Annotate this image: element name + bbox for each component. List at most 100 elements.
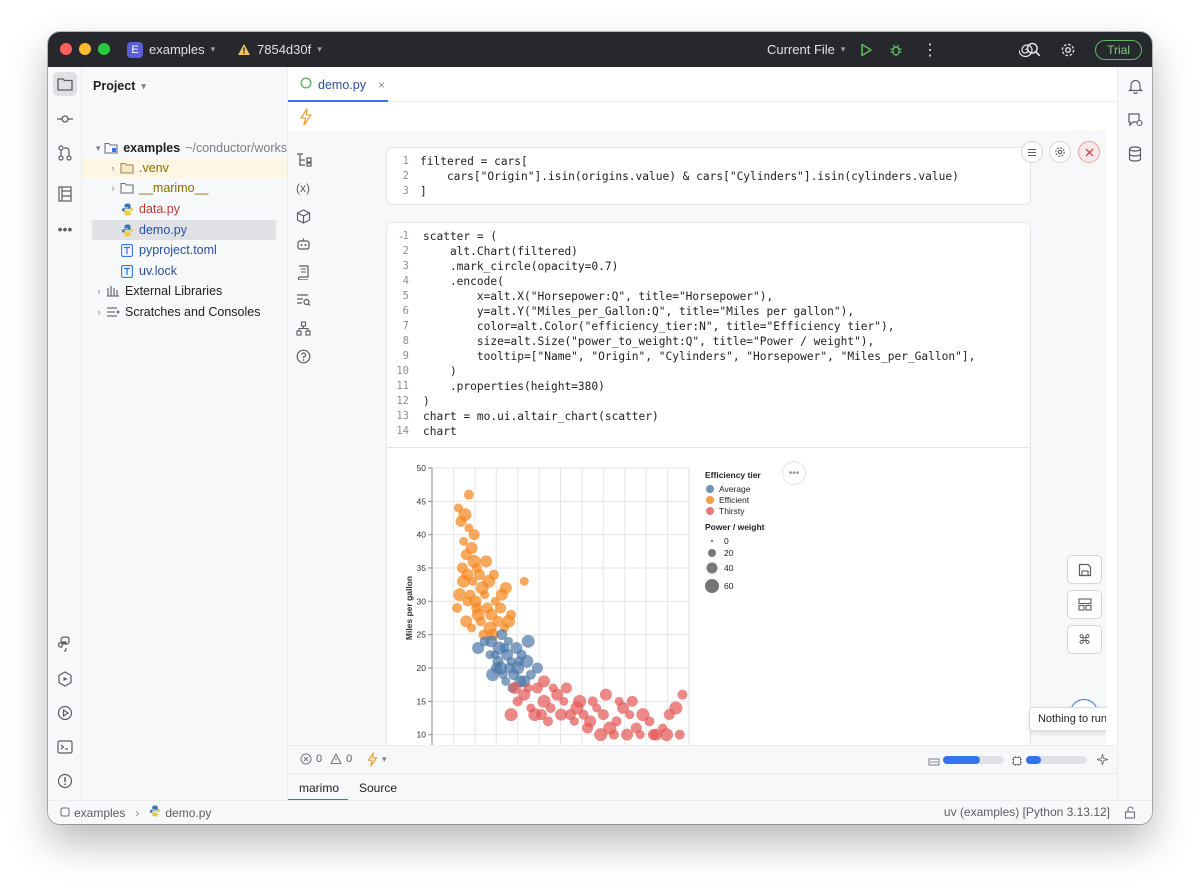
tree-item-marimo[interactable]: › __marimo__ [82,178,287,198]
tab-demo-py[interactable]: demo.py × [288,67,388,102]
tree-root-examples[interactable]: ▾ examples ~/conductor/works [82,138,287,158]
scatter-point [555,708,568,721]
find-icon[interactable] [296,293,311,312]
breadcrumb-root[interactable]: examples [74,806,125,820]
chevron-down-icon: ▾ [317,44,322,54]
folder-icon [120,181,134,195]
project-panel-header[interactable]: Project ▾ [93,79,146,93]
notebook-cell-1[interactable]: 1 2 3 filtered = cars[ cars["Origin"].is… [386,147,1031,205]
documentation-icon[interactable] [296,265,311,285]
run-button[interactable] [860,32,873,67]
python-packages-tool-button[interactable] [53,632,77,656]
tree-item-venv[interactable]: › .venv [82,158,287,178]
structure-icon [58,186,72,202]
cell-settings-button[interactable] [1049,141,1071,163]
folder-icon [120,161,134,175]
run-tool-button[interactable] [53,701,77,725]
scatter-chart[interactable]: 50 45 40 35 30 25 20 15 10 Miles per gallon Effici… [387,448,827,745]
warning-count: 0 [346,753,353,765]
project-switcher[interactable]: E examples ▾ [127,32,215,67]
services-tool-button[interactable] [53,667,77,691]
python-file-icon [120,202,134,216]
pull-requests-tool-button[interactable] [53,141,77,165]
help-icon[interactable] [296,349,311,369]
scatter-point [548,683,558,693]
interpreter-selector[interactable]: uv (examples) [Python 3.13.12] [944,805,1110,819]
tree-item-demo-py[interactable]: demo.py [92,220,276,240]
close-icon [1085,148,1093,156]
scatter-point [457,574,471,588]
tree-item-data-py[interactable]: data.py [82,199,287,219]
chart-actions-button[interactable]: ••• [782,461,806,485]
tree-item-uv-lock[interactable]: uv.lock [82,261,287,281]
cell-1-code[interactable]: filtered = cars[ cars["Origin"].isin(ori… [420,154,959,199]
breadcrumb-file[interactable]: demo.py [165,806,211,820]
settings-button[interactable] [1060,32,1076,67]
more-actions-button[interactable]: ⋮ [922,32,938,67]
code-line: alt.Chart(filtered) [423,245,578,258]
scatter-point [468,529,480,541]
ai-bot-icon[interactable] [296,237,311,256]
code-line: ] [420,185,427,198]
lock-button[interactable] [1124,806,1136,822]
run-config-selector[interactable]: Current File ▾ [767,32,845,67]
variables-icon[interactable]: (x) [296,181,310,195]
tab-marimo[interactable]: marimo [299,774,339,801]
layout-button[interactable] [1067,590,1102,619]
scatter-point [492,641,506,655]
trial-button[interactable]: Trial [1095,40,1142,60]
y-tick-label: 10 [417,730,427,740]
save-notebook-button[interactable] [1067,555,1102,584]
database-button[interactable] [1128,146,1142,167]
debug-button[interactable] [889,32,903,67]
warning-icon [237,43,251,56]
fold-marker-icon[interactable]: ⌄ [398,231,405,240]
terminal-tool-button[interactable] [53,735,77,759]
y-tick-label: 30 [417,596,427,606]
command-palette-button[interactable]: ⌘ [1067,625,1102,654]
more-tools-button[interactable]: ••• [53,217,77,241]
tab-label: demo.py [318,77,366,92]
scatter-point [458,508,472,522]
problems-icon [57,773,73,789]
tree-external-libraries[interactable]: › External Libraries [82,281,287,301]
project-tool-button[interactable] [53,72,77,96]
vcs-widget[interactable]: 7854d30f ▾ [237,32,322,67]
cell-2-code[interactable]: scatter = ( alt.Chart(filtered) .mark_ci… [423,229,975,439]
structure-tool-button[interactable] [53,182,77,206]
ai-chat-button[interactable] [1127,112,1144,133]
scatter-point [597,709,609,721]
delete-cell-button[interactable] [1078,141,1100,163]
package-icon[interactable] [296,209,311,229]
active-tab-indicator [288,100,388,102]
tree-scratches[interactable]: › Scratches and Consoles [82,302,287,322]
dependency-graph-icon[interactable] [296,321,311,341]
notifications-button[interactable] [1128,78,1143,99]
marimo-file-icon [300,77,312,92]
chevron-right-icon: › [111,183,115,193]
maximize-window-button[interactable] [98,43,110,55]
problems-counter[interactable]: 0 0 [300,753,352,765]
tree-item-label: data.py [139,202,181,216]
outline-icon[interactable] [296,153,312,172]
scatter-point [621,728,634,741]
run-icon [861,43,872,56]
cell-menu-button[interactable] [1021,141,1043,163]
lightning-action-button[interactable] [298,108,314,131]
close-tab-icon[interactable]: × [378,78,385,92]
memory-usage-fill [943,756,980,764]
minimize-window-button[interactable] [79,43,91,55]
bell-icon [1128,79,1143,95]
problems-tool-button[interactable] [53,769,77,793]
lightning-dropdown[interactable]: ▾ [366,752,387,767]
tree-item-pyproject[interactable]: pyproject.toml [82,240,287,260]
notebook-cell-2[interactable]: 1 2 3 4 5 6 7 8 9 10 11 12 13 14 ⌄ scatter = ( alt.Ch… [386,222,1031,745]
line-number: 1 [402,155,409,167]
search-button[interactable] [1026,32,1041,67]
scatter-point [644,716,655,727]
close-window-button[interactable] [60,43,72,55]
commit-tool-button[interactable] [53,107,77,131]
tab-source[interactable]: Source [359,774,397,801]
size-legend-swatch [705,579,719,593]
sparkle-settings-button[interactable] [1096,753,1109,771]
